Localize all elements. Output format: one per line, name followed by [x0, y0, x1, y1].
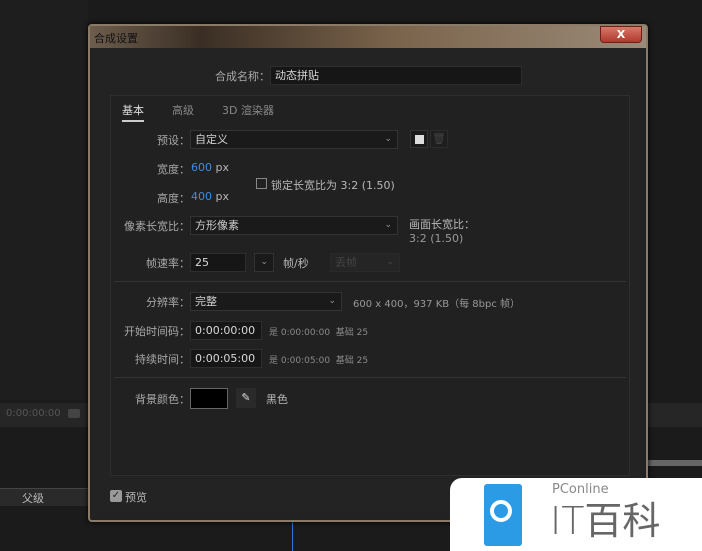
eyedropper-icon[interactable]: ✎ [236, 388, 256, 408]
dialog-body: 合成名称： 动态拼贴 基本 高级 3D 渲染器 预设： 自定义 ⌄ 🗑 宽度： 6… [94, 48, 642, 518]
name-label: 合成名称： [215, 70, 270, 83]
drop-frame-dropdown[interactable]: 丢帧 ⌄ [330, 253, 400, 272]
height-number[interactable]: 400 [191, 190, 212, 203]
chevron-down-icon: ⌄ [384, 220, 392, 230]
right-scrollbar[interactable] [648, 460, 702, 466]
delete-preset-icon[interactable]: 🗑 [430, 130, 448, 148]
camera-icon[interactable] [68, 409, 80, 418]
lock-aspect-checkbox[interactable] [256, 178, 267, 189]
watermark: PConline IT百科 [450, 478, 702, 551]
pixel-aspect-dropdown[interactable]: 方形像素 ⌄ [190, 216, 398, 235]
duration-label: 持续时间： [135, 353, 190, 366]
dialog-title: 合成设置 [94, 32, 138, 45]
composition-settings-dialog: 合成设置 X 合成名称： 动态拼贴 基本 高级 3D 渲染器 预设： 自定义 ⌄ … [88, 24, 648, 522]
right-panel [648, 403, 702, 427]
background-color-label: 背景颜色： [135, 393, 190, 406]
pixel-aspect-label: 像素长宽比： [124, 220, 190, 233]
lock-aspect-label: 锁定长宽比为 3:2 (1.50) [271, 179, 395, 192]
width-label: 宽度： [157, 163, 190, 176]
tab-3d-renderer[interactable]: 3D 渲染器 [222, 102, 274, 118]
frame-aspect-value: 3:2 (1.50) [409, 232, 464, 245]
start-timecode-input[interactable]: 0:00:00:00 [190, 321, 262, 340]
chevron-down-icon: ⌄ [260, 257, 268, 267]
watermark-name: IT百科 [550, 499, 661, 543]
duration-input[interactable]: 0:00:05:00 [190, 349, 262, 368]
frame-rate-dropdown[interactable]: ⌄ [254, 253, 274, 272]
preview-label: 预览 [125, 491, 147, 504]
frame-rate-label: 帧速率： [146, 257, 190, 270]
chevron-down-icon: ⌄ [384, 134, 392, 144]
divider [114, 377, 626, 378]
frame-rate-input[interactable]: 25 [190, 253, 246, 272]
frame-rate-unit: 帧/秒 [283, 257, 309, 270]
watermark-search-icon [484, 484, 522, 546]
start-timecode-info: 是 0:00:00:00 基础 25 [269, 328, 369, 338]
title-bar: 合成设置 X [90, 26, 646, 48]
timecode[interactable]: 0:00:00:00 [6, 408, 61, 419]
close-button[interactable]: X [600, 26, 642, 43]
duration-info: 是 0:00:05:00 基础 25 [269, 356, 369, 366]
parent-label: 父级 [22, 492, 44, 505]
width-value[interactable]: 600 px [191, 161, 229, 174]
resolution-dropdown[interactable]: 完整 ⌄ [190, 292, 342, 311]
preset-dropdown[interactable]: 自定义 ⌄ [190, 130, 398, 149]
tab-basic[interactable]: 基本 [122, 102, 144, 122]
parent-column-header [0, 488, 88, 506]
watermark-brand: PConline [552, 482, 609, 497]
resolution-label: 分辨率： [146, 296, 190, 309]
save-preset-icon[interactable] [410, 130, 428, 148]
start-timecode-label: 开始时间码： [124, 325, 190, 338]
pixel-aspect-value: 方形像素 [195, 219, 239, 232]
frame-aspect-label: 画面长宽比： [409, 218, 475, 231]
chevron-down-icon: ⌄ [386, 257, 394, 267]
settings-panel [110, 95, 630, 476]
playhead[interactable] [292, 522, 293, 551]
width-unit: px [215, 161, 230, 174]
name-input[interactable]: 动态拼贴 [270, 66, 522, 85]
chevron-down-icon: ⌄ [328, 296, 336, 306]
preset-value: 自定义 [195, 133, 228, 146]
height-label: 高度： [157, 192, 190, 205]
background-panel [0, 0, 88, 400]
divider [114, 281, 626, 282]
height-value[interactable]: 400 px [191, 190, 229, 203]
preview-checkbox[interactable]: ✓ [110, 490, 122, 502]
resolution-value: 完整 [195, 295, 217, 308]
height-unit: px [215, 190, 230, 203]
preset-label: 预设： [157, 134, 190, 147]
drop-frame-value: 丢帧 [335, 256, 357, 269]
background-color-swatch[interactable] [190, 388, 228, 409]
tab-advanced[interactable]: 高级 [172, 102, 194, 118]
width-number[interactable]: 600 [191, 161, 212, 174]
resolution-info: 600 x 400，937 KB（每 8bpc 帧） [353, 299, 521, 310]
background-color-name: 黑色 [266, 393, 288, 406]
